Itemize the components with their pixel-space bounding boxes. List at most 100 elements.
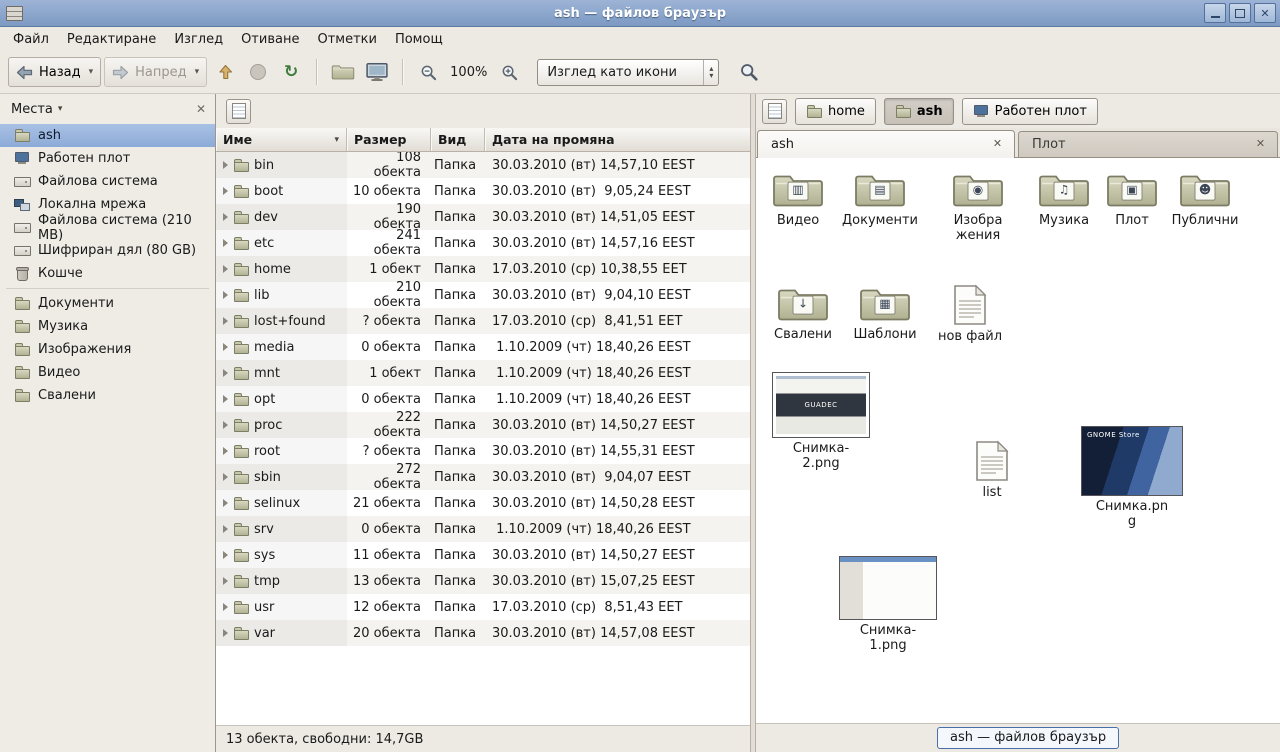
zoom-out-button[interactable]	[413, 57, 443, 87]
table-row[interactable]: opt0 обектаПапка 1.10.2009 (чт) 18,40,26…	[216, 386, 750, 412]
expander-icon[interactable]	[223, 317, 228, 325]
expander-icon[interactable]	[223, 629, 228, 637]
table-row[interactable]: media0 обектаПапка 1.10.2009 (чт) 18,40,…	[216, 334, 750, 360]
table-row[interactable]: tmp13 обектаПапка30.03.2010 (вт) 15,07,2…	[216, 568, 750, 594]
expander-icon[interactable]	[223, 239, 228, 247]
titlebar[interactable]: ash — файлов браузър ✕	[0, 0, 1280, 27]
folder-icon-item[interactable]: ▥Видео	[756, 170, 840, 229]
computer-button[interactable]	[362, 57, 392, 87]
sidebar-item[interactable]: Файлова система (210 MB)	[0, 216, 215, 239]
folder-icon-item[interactable]: ▦Шаблони	[843, 284, 927, 343]
expander-icon[interactable]	[223, 447, 228, 455]
expander-icon[interactable]	[223, 551, 228, 559]
minimize-button[interactable]	[1204, 3, 1226, 23]
table-row[interactable]: home1 обектПапка17.03.2010 (ср) 10,38,55…	[216, 256, 750, 282]
view-mode-select[interactable]: Изглед като икони ▴▾	[537, 59, 719, 86]
expander-icon[interactable]	[223, 265, 228, 273]
table-row[interactable]: lib210 обектаПапка30.03.2010 (вт) 9,04,1…	[216, 282, 750, 308]
sidebar-item[interactable]: Работен плот	[0, 147, 215, 170]
close-tab-icon[interactable]: ✕	[1253, 137, 1268, 152]
sidebar-item[interactable]: Документи	[0, 292, 215, 315]
expander-icon[interactable]	[223, 525, 228, 533]
chevron-down-icon[interactable]: ▾	[58, 104, 63, 114]
maximize-button[interactable]	[1229, 3, 1251, 23]
column-header-size[interactable]: Размер	[347, 128, 431, 151]
sidebar-item[interactable]: Свалени	[0, 384, 215, 407]
sidebar-item[interactable]: Файлова система	[0, 170, 215, 193]
table-row[interactable]: dev190 обектаПапка30.03.2010 (вт) 14,51,…	[216, 204, 750, 230]
menu-item[interactable]: Файл	[4, 27, 58, 51]
menu-item[interactable]: Помощ	[386, 27, 452, 51]
expander-icon[interactable]	[223, 369, 228, 377]
table-row[interactable]: sys11 обектаПапка30.03.2010 (вт) 14,50,2…	[216, 542, 750, 568]
table-row[interactable]: etc241 обектаПапка30.03.2010 (вт) 14,57,…	[216, 230, 750, 256]
table-row[interactable]: sbin272 обектаПапка30.03.2010 (вт) 9,04,…	[216, 464, 750, 490]
toggle-location-bar-button[interactable]	[226, 99, 251, 124]
close-tab-icon[interactable]: ✕	[990, 137, 1005, 152]
breadcrumb-button[interactable]: Работен плот	[962, 98, 1098, 125]
sidebar-item[interactable]: ash	[0, 124, 215, 147]
folder-icon-item[interactable]: ↓Свалени	[761, 284, 845, 343]
folder-icon-item[interactable]: ☻Публични	[1163, 170, 1247, 229]
menu-item[interactable]: Отиване	[232, 27, 308, 51]
expander-icon[interactable]	[223, 421, 228, 429]
table-row[interactable]: selinux21 обектаПапка30.03.2010 (вт) 14,…	[216, 490, 750, 516]
table-row[interactable]: bin108 обектаПапка30.03.2010 (вт) 14,57,…	[216, 152, 750, 178]
table-row[interactable]: root? обектаПапка30.03.2010 (вт) 14,55,3…	[216, 438, 750, 464]
expander-icon[interactable]	[223, 291, 228, 299]
zoom-in-button[interactable]	[494, 57, 524, 87]
breadcrumb-button[interactable]: ash	[884, 98, 954, 125]
sidebar-title[interactable]: Места	[11, 102, 53, 117]
home-button[interactable]	[327, 57, 359, 87]
menu-item[interactable]: Отметки	[308, 27, 385, 51]
menu-item[interactable]: Редактиране	[58, 27, 165, 51]
sidebar-item[interactable]: Шифриран дял (80 GB)	[0, 239, 215, 262]
column-header-date[interactable]: Дата на промяна	[485, 128, 750, 151]
expander-icon[interactable]	[223, 577, 228, 585]
expander-icon[interactable]	[223, 499, 228, 507]
sidebar-item[interactable]: Видео	[0, 361, 215, 384]
sidebar-item[interactable]: Изображения	[0, 338, 215, 361]
table-row[interactable]: srv0 обектаПапка 1.10.2009 (чт) 18,40,26…	[216, 516, 750, 542]
tab-plot[interactable]: Плот ✕	[1018, 131, 1278, 157]
sidebar-item[interactable]: Кошче	[0, 262, 215, 285]
toggle-location-bar-button[interactable]	[762, 99, 787, 124]
reload-button[interactable]: ↻	[276, 57, 306, 87]
folder-icon-item[interactable]: ▣Плот	[1090, 170, 1174, 229]
up-button[interactable]	[210, 57, 240, 87]
close-button[interactable]: ✕	[1254, 3, 1276, 23]
table-row[interactable]: boot10 обектаПапка30.03.2010 (вт) 9,05,2…	[216, 178, 750, 204]
tab-ash[interactable]: ash ✕	[757, 130, 1015, 158]
expander-icon[interactable]	[223, 343, 228, 351]
menu-item[interactable]: Изглед	[165, 27, 232, 51]
image-icon-item[interactable]: Снимка-1.png	[833, 556, 943, 654]
table-row[interactable]: proc222 обектаПапка30.03.2010 (вт) 14,50…	[216, 412, 750, 438]
folder-icon-item[interactable]: ◉Изображения	[936, 170, 1020, 244]
close-sidebar-icon[interactable]: ✕	[196, 102, 206, 116]
taskbar-window-label[interactable]: ash — файлов браузър	[937, 727, 1119, 749]
expander-icon[interactable]	[223, 213, 228, 221]
back-button[interactable]: Назад ▾	[8, 57, 101, 87]
column-header-type[interactable]: Вид	[431, 128, 485, 151]
file-icon-item[interactable]: list	[950, 440, 1034, 501]
image-icon-item[interactable]: GUADECСнимка-2.png	[766, 372, 876, 472]
icon-view[interactable]: ▥Видео▤Документи◉Изображения♫Музика▣Плот…	[756, 158, 1280, 723]
forward-button[interactable]: Напред ▾	[104, 57, 207, 87]
search-button[interactable]	[734, 57, 764, 87]
expander-icon[interactable]	[223, 395, 228, 403]
image-icon-item[interactable]: GNOME StoreСнимка.png	[1077, 426, 1187, 530]
expander-icon[interactable]	[223, 603, 228, 611]
expander-icon[interactable]	[223, 161, 228, 169]
folder-icon-item[interactable]: ▤Документи	[838, 170, 922, 229]
table-row[interactable]: var20 обектаПапка30.03.2010 (вт) 14,57,0…	[216, 620, 750, 646]
table-row[interactable]: usr12 обектаПапка17.03.2010 (ср) 8,51,43…	[216, 594, 750, 620]
breadcrumb-button[interactable]: home	[795, 98, 876, 125]
expander-icon[interactable]	[223, 187, 228, 195]
stop-button[interactable]	[243, 57, 273, 87]
column-header-name[interactable]: Име▾	[216, 128, 347, 151]
expander-icon[interactable]	[223, 473, 228, 481]
file-icon-item[interactable]: нов файл	[928, 284, 1012, 345]
table-row[interactable]: mnt1 обектПапка 1.10.2009 (чт) 18,40,26 …	[216, 360, 750, 386]
table-row[interactable]: lost+found? обектаПапка17.03.2010 (ср) 8…	[216, 308, 750, 334]
sidebar-item[interactable]: Музика	[0, 315, 215, 338]
